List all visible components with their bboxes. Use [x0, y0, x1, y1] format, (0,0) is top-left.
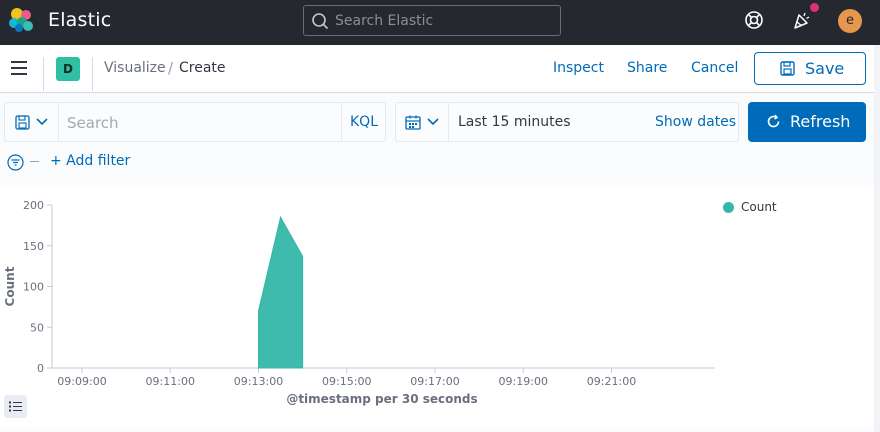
x-tick-label: 09:17:00 — [410, 375, 459, 388]
chevron-down-icon — [427, 118, 439, 126]
query-input[interactable] — [67, 112, 337, 134]
y-tick-label: 100 — [23, 281, 44, 294]
x-axis-title: @timestamp per 30 seconds — [286, 392, 477, 406]
refresh-icon — [767, 114, 780, 128]
space-avatar[interactable]: D — [56, 57, 80, 81]
menu-bar — [11, 67, 27, 69]
x-tick-label: 09:11:00 — [146, 375, 195, 388]
global-header: Elastic e — [0, 0, 880, 45]
cancel-link[interactable]: Cancel — [691, 60, 738, 76]
refresh-button[interactable]: Refresh — [748, 102, 866, 142]
help-icon[interactable] — [743, 9, 765, 31]
filter-options-icon[interactable] — [7, 154, 24, 171]
save-button[interactable]: Save — [754, 52, 866, 85]
date-picker: Last 15 minutes Show dates — [395, 102, 739, 142]
app-toolbar: D Visualize / Create Inspect Share Cance… — [0, 45, 880, 93]
refresh-label: Refresh — [790, 112, 851, 131]
y-tick-label: 200 — [23, 199, 44, 212]
save-label: Save — [805, 59, 845, 78]
chevron-down-icon — [36, 118, 48, 126]
page-scrollbar[interactable] — [874, 45, 880, 432]
x-tick-label: 09:21:00 — [587, 375, 636, 388]
menu-bar — [11, 61, 27, 63]
area-series-0 — [258, 215, 304, 369]
list-icon — [9, 401, 22, 412]
filter-divider — [30, 161, 39, 162]
brand-title: Elastic — [48, 9, 112, 31]
show-dates-link[interactable]: Show dates — [655, 114, 736, 130]
x-tick-label: 09:15:00 — [322, 375, 371, 388]
legend-color-swatch — [723, 202, 734, 213]
add-filter-button[interactable]: + Add filter — [50, 153, 130, 169]
inspect-link[interactable]: Inspect — [553, 60, 604, 76]
y-tick-label: 50 — [30, 321, 44, 334]
share-link[interactable]: Share — [627, 60, 667, 76]
x-tick-label: 09:19:00 — [499, 375, 548, 388]
search-icon — [312, 13, 329, 30]
legend-toggle-button[interactable] — [4, 395, 27, 418]
user-avatar[interactable]: e — [838, 9, 862, 33]
save-icon — [780, 61, 795, 76]
divider — [92, 57, 93, 91]
y-tick-label: 150 — [23, 240, 44, 253]
calendar-icon — [405, 115, 421, 130]
save-icon — [15, 115, 30, 130]
x-tick-label: 09:09:00 — [57, 375, 106, 388]
breadcrumb-visualize[interactable]: Visualize — [104, 60, 166, 76]
menu-toggle-button[interactable] — [11, 61, 28, 76]
y-axis-title: Count — [3, 266, 17, 306]
elastic-logo-icon[interactable] — [8, 7, 34, 33]
area-chart: 0 50 100 150 200 09:09:00 09:11:00 09:13:00 09:1… — [3, 199, 715, 406]
query-bar: KQL — [4, 102, 386, 142]
quick-select-button[interactable] — [396, 103, 449, 141]
newsfeed-icon[interactable] — [791, 9, 813, 31]
breadcrumb-create: Create — [179, 60, 226, 76]
time-range-label[interactable]: Last 15 minutes — [458, 114, 571, 130]
x-tick-label: 09:13:00 — [234, 375, 283, 388]
menu-bar — [11, 73, 27, 75]
notification-dot — [810, 3, 819, 12]
legend-label: Count — [741, 200, 777, 214]
breadcrumb-separator: / — [168, 59, 174, 77]
y-tick-label: 0 — [37, 362, 44, 375]
query-language-button[interactable]: KQL — [341, 103, 386, 141]
global-search-input[interactable] — [335, 10, 555, 32]
divider — [43, 57, 44, 91]
saved-query-button[interactable] — [5, 103, 59, 141]
global-search[interactable] — [303, 5, 561, 36]
